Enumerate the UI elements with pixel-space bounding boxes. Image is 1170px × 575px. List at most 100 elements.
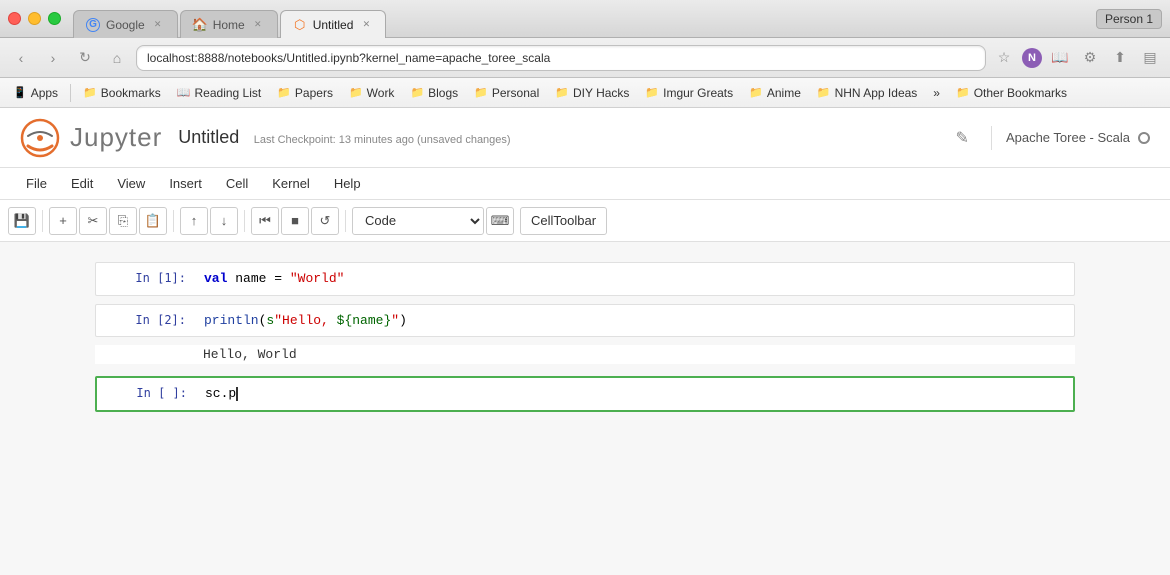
- maximize-button[interactable]: [48, 12, 61, 25]
- cell-2[interactable]: In [2]: println(s"Hello, ${name}"): [95, 304, 1075, 338]
- bookmark-personal-label: Personal: [492, 86, 539, 100]
- var-name: name: [235, 271, 274, 286]
- restart-button[interactable]: ↺: [311, 207, 339, 235]
- tab-home-close-icon[interactable]: ✕: [251, 18, 265, 32]
- bookmark-imgur-greats[interactable]: 📁 Imgur Greats: [638, 84, 740, 102]
- tab-home[interactable]: 🏠 Home ✕: [180, 10, 278, 38]
- bookmark-diy-hacks-label: DIY Hacks: [573, 86, 629, 100]
- settings-icon[interactable]: ⚙: [1078, 46, 1102, 70]
- tab-google[interactable]: G Google ✕: [73, 10, 178, 38]
- jupyter-favicon-icon: ⬡: [293, 18, 307, 32]
- cut-button[interactable]: ✂: [79, 207, 107, 235]
- string-hello: "Hello,: [274, 313, 336, 328]
- save-button[interactable]: 💾: [8, 207, 36, 235]
- kernel-name: Apache Toree - Scala: [1006, 130, 1130, 145]
- reading-list-icon: 📖: [177, 86, 191, 99]
- menu-edit[interactable]: Edit: [61, 174, 103, 193]
- imgur-greats-icon: 📁: [645, 86, 659, 99]
- bookmarks-bar: 📱 Apps 📁 Bookmarks 📖 Reading List 📁 Pape…: [0, 78, 1170, 108]
- menu-help[interactable]: Help: [324, 174, 371, 193]
- more-chevron-icon: »: [933, 86, 940, 100]
- cell-wrapper: In [1]: val name = "World" In [2]: print…: [95, 262, 1075, 412]
- bookmark-work-label: Work: [367, 86, 395, 100]
- menu-cell[interactable]: Cell: [216, 174, 258, 193]
- diy-hacks-icon: 📁: [555, 86, 569, 99]
- paste-button[interactable]: 📋: [139, 207, 167, 235]
- blogs-icon: 📁: [410, 86, 424, 99]
- bookmark-nhn-app-ideas-label: NHN App Ideas: [835, 86, 918, 100]
- menu-kernel[interactable]: Kernel: [262, 174, 320, 193]
- bookmark-diy-hacks[interactable]: 📁 DIY Hacks: [548, 84, 636, 102]
- add-cell-below-button[interactable]: +: [49, 207, 77, 235]
- bookmark-other-bookmarks[interactable]: 📁 Other Bookmarks: [949, 84, 1074, 102]
- bookmark-bookmarks[interactable]: 📁 Bookmarks: [76, 84, 168, 102]
- kernel-divider: [991, 126, 992, 150]
- bookmark-anime[interactable]: 📁 Anime: [742, 84, 808, 102]
- person-badge[interactable]: Person 1: [1096, 9, 1162, 29]
- address-bar[interactable]: localhost:8888/notebooks/Untitled.ipynb?…: [136, 45, 986, 71]
- cell-3-content[interactable]: sc.p: [197, 378, 1073, 410]
- cell-type-select[interactable]: Code Markdown Raw NBConvert: [352, 207, 484, 235]
- bookmark-apps[interactable]: 📱 Apps: [6, 84, 65, 102]
- stop-button[interactable]: ■: [281, 207, 309, 235]
- work-icon: 📁: [349, 86, 363, 99]
- apps-icon: 📱: [13, 86, 27, 99]
- share-icon[interactable]: ⬆: [1108, 46, 1132, 70]
- forward-button[interactable]: ›: [40, 45, 66, 71]
- bookmark-personal[interactable]: 📁 Personal: [467, 84, 546, 102]
- copy-button[interactable]: ⎘: [109, 207, 137, 235]
- back-button[interactable]: ‹: [8, 45, 34, 71]
- home-button[interactable]: ⌂: [104, 45, 130, 71]
- cell-1[interactable]: In [1]: val name = "World": [95, 262, 1075, 296]
- close-button[interactable]: [8, 12, 21, 25]
- menu-file[interactable]: File: [16, 174, 57, 193]
- kernel-area: ✎ Apache Toree - Scala: [948, 124, 1150, 152]
- cell-3[interactable]: In [ ]: sc.p: [95, 376, 1075, 412]
- address-icons: ☆ N 📖 ⚙ ⬆ ▤: [992, 46, 1162, 70]
- more-bookmarks-button[interactable]: »: [926, 84, 947, 102]
- papers-icon: 📁: [277, 86, 291, 99]
- notebook-name[interactable]: Untitled: [178, 127, 239, 147]
- bookmark-reading-list-label: Reading List: [195, 86, 262, 100]
- reader-icon[interactable]: 📖: [1048, 46, 1072, 70]
- minimize-button[interactable]: [28, 12, 41, 25]
- traffic-lights: [8, 12, 61, 25]
- toolbar-sep-3: [244, 210, 245, 232]
- bookmark-work[interactable]: 📁 Work: [342, 84, 401, 102]
- menu-insert[interactable]: Insert: [159, 174, 212, 193]
- move-up-button[interactable]: ↑: [180, 207, 208, 235]
- cell-2-content[interactable]: println(s"Hello, ${name}"): [196, 305, 1074, 337]
- cell-1-content[interactable]: val name = "World": [196, 263, 1074, 295]
- bookmark-blogs[interactable]: 📁 Blogs: [403, 84, 465, 102]
- edit-icon[interactable]: ✎: [948, 124, 977, 152]
- kernel-status-circle: [1138, 132, 1150, 144]
- bookmark-star-icon[interactable]: ☆: [992, 46, 1016, 70]
- output-cell-2: Hello, World: [95, 345, 1075, 364]
- keyboard-shortcut-button[interactable]: ⌨: [486, 207, 514, 235]
- toolbar-sep-1: [42, 210, 43, 232]
- notebook-container: In [1]: val name = "World" In [2]: print…: [0, 242, 1170, 542]
- tab-untitled-label: Untitled: [313, 18, 354, 32]
- cell-3-prompt: In [ ]:: [97, 378, 197, 410]
- extensions-icon[interactable]: N: [1022, 48, 1042, 68]
- sidebar-icon[interactable]: ▤: [1138, 46, 1162, 70]
- interp-var: ${name}: [337, 313, 392, 328]
- skip-to-beginning-button[interactable]: ⏮: [251, 207, 279, 235]
- bookmark-blogs-label: Blogs: [428, 86, 458, 100]
- menu-view[interactable]: View: [107, 174, 155, 193]
- bookmark-papers[interactable]: 📁 Papers: [270, 84, 340, 102]
- tab-google-close-icon[interactable]: ✕: [151, 18, 165, 32]
- tab-untitled[interactable]: ⬡ Untitled ✕: [280, 10, 387, 38]
- bookmark-apps-label: Apps: [31, 86, 58, 100]
- bookmark-reading-list[interactable]: 📖 Reading List: [170, 84, 268, 102]
- string-end: ": [391, 313, 399, 328]
- refresh-button[interactable]: ↻: [72, 45, 98, 71]
- bookmark-nhn-app-ideas[interactable]: 📁 NHN App Ideas: [810, 84, 924, 102]
- toolbar-sep-2: [173, 210, 174, 232]
- checkpoint-status: Last Checkpoint: 13 minutes ago (unsaved…: [254, 134, 511, 146]
- celltoolbar-button[interactable]: CellToolbar: [520, 207, 607, 235]
- title-bar: G Google ✕ 🏠 Home ✕ ⬡ Untitled ✕ Person …: [0, 0, 1170, 38]
- move-down-button[interactable]: ↓: [210, 207, 238, 235]
- toolbar-sep-4: [345, 210, 346, 232]
- tab-untitled-close-icon[interactable]: ✕: [359, 18, 373, 32]
